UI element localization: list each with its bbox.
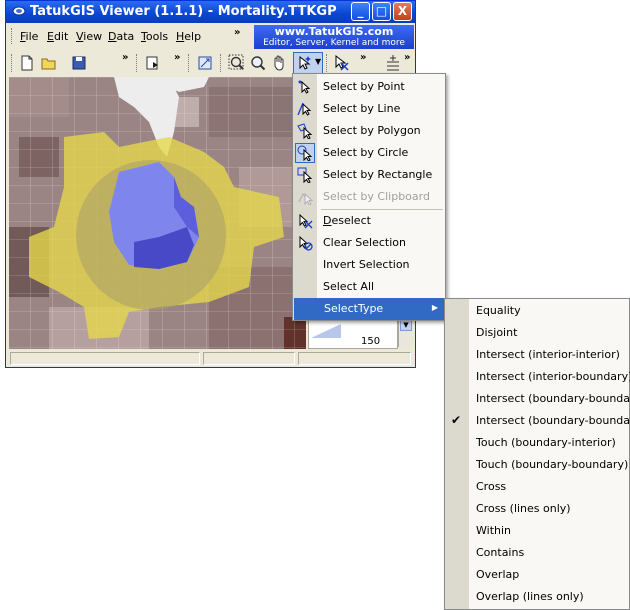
choropleth-map[interactable]	[9, 77, 306, 349]
promo-tagline: Editor, Server, Kernel and more	[263, 38, 405, 48]
promo-banner[interactable]: www.TatukGIS.com Editor, Server, Kernel …	[254, 25, 414, 49]
status-cell-1	[10, 352, 200, 365]
menu-select-by-polygon[interactable]: Select by Polygon	[293, 120, 445, 142]
select-point-icon	[298, 80, 311, 94]
promo-url: www.TatukGIS.com	[274, 25, 394, 38]
zoom-rect-icon[interactable]	[228, 54, 246, 72]
window-title: TatukGIS Viewer (1.1.1) - Mortality.TTKG…	[30, 4, 337, 19]
menu-overflow-chevron[interactable]: »	[234, 27, 241, 38]
selecttype-contains[interactable]: Contains	[445, 542, 629, 564]
menu-clear-selection[interactable]: Clear Selection	[293, 232, 445, 254]
map-view[interactable]	[9, 77, 306, 349]
select-line-icon	[297, 102, 312, 116]
select-circle-icon	[297, 145, 313, 161]
selecttype-intersect-interior-boundary[interactable]: Intersect (interior-boundary)	[445, 366, 630, 388]
full-extent-icon[interactable]	[196, 54, 214, 72]
new-file-icon[interactable]	[18, 54, 36, 72]
menu-select-by-clipboard: Select by Clipboard	[293, 186, 445, 208]
toolbar-grip-4[interactable]	[220, 54, 224, 72]
toolbar-overflow-3[interactable]: »	[360, 52, 367, 63]
selecttype-intersect-interior-interior[interactable]: Intersect (interior-interior)	[445, 344, 629, 366]
select-arrow-icon	[299, 55, 311, 70]
menu-help[interactable]: Help	[176, 30, 201, 43]
selecttype-touch-boundary-boundary[interactable]: Touch (boundary-boundary)	[445, 454, 629, 476]
pan-hand-icon[interactable]	[270, 54, 288, 72]
selecttype-within[interactable]: Within	[445, 520, 629, 542]
selecttype-intersect-boundary-boundary-checked[interactable]: ✔ Intersect (boundary-boundary)	[445, 410, 630, 432]
menu-select-all[interactable]: Select All	[293, 276, 445, 298]
menu-deselect[interactable]: Deselect	[293, 210, 445, 232]
selecttype-overlap[interactable]: Overlap	[445, 564, 629, 586]
dropdown-arrow-icon: ▼	[315, 57, 322, 66]
selecttype-equality[interactable]: Equality	[445, 300, 629, 322]
legend-value-2: 150	[361, 336, 381, 347]
select-dropdown-menu: Select by Point Select by Line Select by…	[292, 73, 446, 321]
toolbar-grip[interactable]	[11, 28, 15, 44]
menu-data[interactable]: Data	[108, 30, 134, 43]
selecttype-overlap-lines-only[interactable]: Overlap (lines only)	[445, 586, 629, 608]
menu-invert-selection[interactable]: Invert Selection	[293, 254, 445, 276]
menu-selecttype[interactable]: SelectType ▶	[294, 298, 444, 320]
selecttype-disjoint[interactable]: Disjoint	[445, 322, 629, 344]
status-cell-2	[203, 352, 295, 365]
toolbar-overflow-4[interactable]: »	[404, 52, 411, 63]
status-bar	[8, 350, 413, 367]
status-cell-3	[298, 352, 411, 365]
selecttype-intersect-boundary-boundary[interactable]: Intersect (boundary-boundary)	[445, 388, 630, 410]
selecttype-cross[interactable]: Cross	[445, 476, 629, 498]
print-export-icon[interactable]	[144, 54, 162, 72]
toolbar-overflow-1[interactable]: »	[122, 52, 129, 63]
menu-select-by-rectangle[interactable]: Select by Rectangle	[293, 164, 445, 186]
menu-file[interactable]: File	[20, 30, 38, 43]
select-tool-button[interactable]: ▼	[293, 52, 323, 74]
select-rectangle-icon	[297, 167, 313, 183]
submenu-arrow-icon: ▶	[431, 303, 438, 312]
title-bar[interactable]: TatukGIS Viewer (1.1.1) - Mortality.TTKG…	[6, 1, 415, 23]
minimize-button[interactable]: _	[351, 2, 370, 21]
toolbar-grip-3[interactable]	[188, 54, 192, 72]
select-clipboard-icon	[298, 192, 313, 205]
menu-view[interactable]: View	[76, 30, 102, 43]
select-polygon-icon	[297, 123, 313, 139]
deselect-icon	[299, 213, 313, 229]
close-button[interactable]: X	[393, 2, 412, 21]
toolbar-grip-2[interactable]	[136, 54, 140, 72]
check-mark-icon: ✔	[451, 413, 462, 427]
selecttype-cross-lines-only[interactable]: Cross (lines only)	[445, 498, 629, 520]
save-icon[interactable]	[70, 54, 88, 72]
selecttype-touch-boundary-interior[interactable]: Touch (boundary-interior)	[445, 432, 629, 454]
menu-edit[interactable]: Edit	[47, 30, 68, 43]
menu-bar: File Edit View Data Tools Help »	[8, 25, 248, 47]
menu-select-by-circle[interactable]: Select by Circle	[293, 142, 445, 164]
toolbar-grip-5[interactable]	[326, 54, 330, 72]
app-icon	[12, 6, 26, 16]
toolbar-grip-1[interactable]	[11, 54, 15, 72]
maximize-button[interactable]: □	[372, 2, 391, 21]
menu-tools[interactable]: Tools	[141, 30, 168, 43]
selecttype-submenu: Equality Disjoint Intersect (interior-in…	[444, 298, 630, 610]
main-toolbar: » » ▼ » »	[8, 51, 413, 75]
menu-select-by-line[interactable]: Select by Line	[293, 98, 445, 120]
clear-selection-icon	[299, 235, 313, 251]
toolbar-overflow-2[interactable]: »	[174, 52, 181, 63]
legend-swatch-2	[311, 324, 341, 338]
zoom-icon[interactable]	[249, 54, 267, 72]
legend-toggle-icon[interactable]	[384, 54, 402, 72]
deselect-tool-icon[interactable]	[332, 54, 350, 72]
menu-select-by-point[interactable]: Select by Point	[293, 76, 445, 98]
open-folder-icon[interactable]	[40, 54, 58, 72]
